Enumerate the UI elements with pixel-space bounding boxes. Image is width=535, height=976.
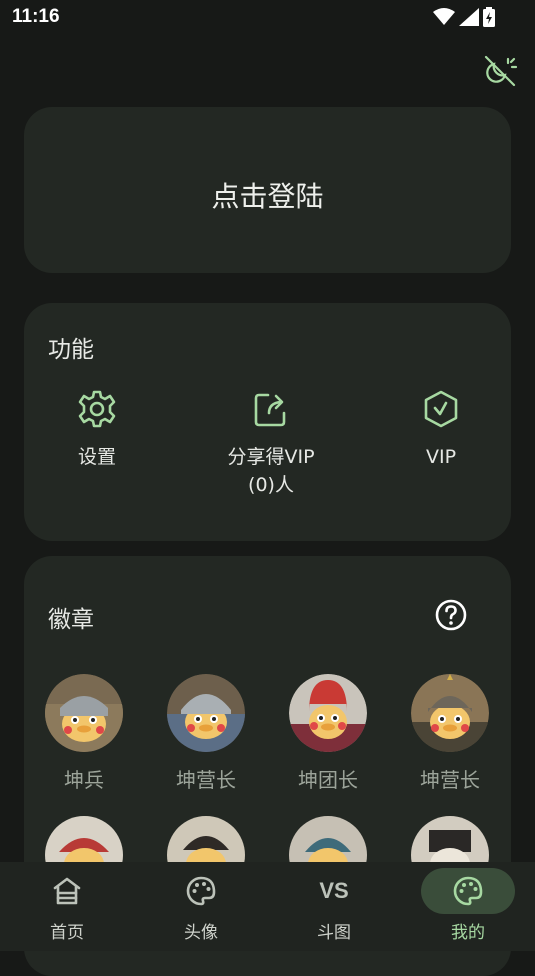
nav-icon-container — [421, 868, 515, 914]
battery-icon — [483, 7, 495, 27]
palette-icon — [186, 876, 216, 906]
nav-item-avatar[interactable]: 头像 — [146, 862, 256, 951]
badge-item[interactable]: 坤团长 — [288, 674, 368, 793]
nav-label-avatar: 头像 — [184, 923, 218, 943]
badge-item[interactable]: 坤营长 — [166, 674, 246, 793]
badges-title: 徽章 — [48, 607, 94, 633]
share-vip-title: 分享得VIP — [227, 446, 315, 468]
share-vip-count: (0)人 — [248, 474, 294, 496]
status-icons — [433, 7, 495, 27]
badge-avatar — [45, 674, 123, 752]
bottom-nav: 首页 头像 VS 斗图 我的 — [0, 862, 535, 951]
signal-icon — [459, 8, 479, 26]
wifi-icon — [433, 8, 455, 25]
vip-button[interactable]: VIP — [371, 389, 511, 471]
nav-label-mine: 我的 — [451, 923, 485, 943]
login-label: 点击登陆 — [211, 180, 324, 213]
nav-icon-container — [20, 868, 114, 914]
nav-icon-container: VS — [287, 868, 381, 914]
functions-card: 功能 设置 分享得VIP (0)人 VIP — [24, 303, 511, 541]
nav-item-mine[interactable]: 我的 — [413, 862, 523, 951]
badge-item[interactable]: 坤营长 — [410, 674, 490, 793]
palette-icon — [453, 876, 483, 906]
login-card[interactable]: 点击登陆 — [24, 107, 511, 273]
nav-item-home[interactable]: 首页 — [12, 862, 122, 951]
vip-hexagon-icon — [424, 390, 458, 428]
vip-label: VIP — [425, 446, 457, 468]
home-icon — [53, 877, 81, 905]
gear-icon — [78, 390, 116, 428]
badge-avatar — [289, 674, 367, 752]
share-vip-label: 分享得VIP (0)人 — [201, 443, 341, 499]
badge-label: 坤团长 — [298, 768, 358, 792]
functions-title: 功能 — [48, 337, 94, 363]
nav-label-battle: 斗图 — [317, 923, 351, 943]
share-icon — [254, 393, 286, 427]
badge-avatar — [411, 674, 489, 752]
vs-icon: VS — [319, 878, 349, 903]
badge-label: 坤营长 — [420, 768, 480, 792]
badge-label: 坤营长 — [176, 768, 236, 792]
nav-icon-container — [154, 868, 248, 914]
status-time: 11:16 — [12, 6, 60, 27]
badge-label: 坤兵 — [64, 768, 104, 792]
badge-avatar — [167, 674, 245, 752]
settings-label: 设置 — [77, 446, 116, 468]
nav-label-home: 首页 — [50, 923, 84, 943]
theme-toggle-icon[interactable] — [482, 53, 518, 89]
nav-item-battle[interactable]: VS 斗图 — [279, 862, 389, 951]
status-bar: 11:16 — [0, 0, 535, 36]
settings-button[interactable]: 设置 — [27, 389, 167, 471]
help-circle-icon[interactable] — [434, 598, 468, 632]
badge-item[interactable]: 坤兵 — [44, 674, 124, 793]
share-vip-button[interactable]: 分享得VIP (0)人 — [201, 389, 341, 499]
